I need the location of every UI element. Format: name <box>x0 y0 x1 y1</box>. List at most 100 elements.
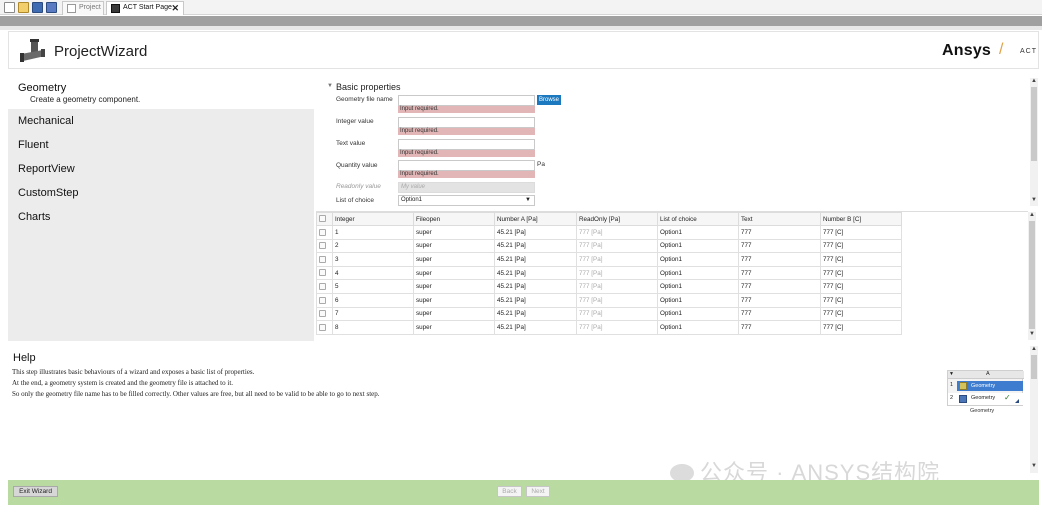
table-cell[interactable]: super <box>413 306 495 322</box>
table-row[interactable]: 1 super 45.21 [Pa] 777 [Pa] Option1 777 777 [C… <box>316 225 902 240</box>
save-as-icon[interactable] <box>46 2 57 13</box>
open-folder-icon[interactable] <box>18 2 29 13</box>
table-cell[interactable]: 1 <box>332 225 414 240</box>
table-cell[interactable]: Option1 <box>657 320 739 335</box>
table-cell[interactable]: super <box>413 238 495 254</box>
nav-step-mechanical[interactable]: Mechanical <box>18 115 74 127</box>
table-row[interactable]: 7 super 45.21 [Pa] 777 [Pa] Option1 777 777 [C… <box>316 306 902 322</box>
table-cell[interactable]: 777 [C] <box>820 252 902 267</box>
row-checkbox[interactable] <box>316 279 333 294</box>
exit-wizard-button[interactable]: Exit Wizard <box>13 486 58 497</box>
table-cell[interactable]: 45.21 [Pa] <box>494 238 577 254</box>
table-cell[interactable]: 777 [C] <box>820 292 902 308</box>
scroll-thumb[interactable] <box>1031 355 1037 379</box>
table-cell[interactable]: 777 <box>738 292 821 308</box>
table-cell[interactable]: Option1 <box>657 238 739 254</box>
row-checkbox[interactable] <box>316 306 333 322</box>
table-cell[interactable]: 777 <box>738 238 821 254</box>
table-row[interactable]: 2 super 45.21 [Pa] 777 [Pa] Option1 777 777 [C… <box>316 238 902 254</box>
tab-project[interactable]: Project <box>62 1 104 15</box>
row-checkbox[interactable] <box>316 238 333 254</box>
table-cell[interactable]: Option1 <box>657 306 739 322</box>
table-cell[interactable]: 777 [C] <box>820 279 902 294</box>
table-cell[interactable]: 5 <box>332 279 414 294</box>
properties-scrollbar[interactable]: ▲ ▼ <box>1030 78 1038 206</box>
table-cell[interactable]: 777 [C] <box>820 320 902 335</box>
table-cell[interactable]: 777 [C] <box>820 265 902 281</box>
row-checkbox[interactable] <box>316 292 333 308</box>
nav-step-reportview[interactable]: ReportView <box>18 163 75 175</box>
scroll-down-icon[interactable]: ▼ <box>1028 331 1036 337</box>
table-cell[interactable]: 777 <box>738 265 821 281</box>
table-cell[interactable]: 45.21 [Pa] <box>494 306 577 322</box>
table-row[interactable]: 3 super 45.21 [Pa] 777 [Pa] Option1 777 777 [C… <box>316 252 902 267</box>
scroll-up-icon[interactable]: ▲ <box>1030 78 1038 84</box>
table-cell[interactable]: Option1 <box>657 225 739 240</box>
back-button[interactable]: Back <box>497 486 522 497</box>
table-cell[interactable]: super <box>413 252 495 267</box>
close-tab-icon[interactable]: ✕ <box>171 2 179 14</box>
scroll-thumb[interactable] <box>1031 87 1037 161</box>
column-header[interactable]: Integer <box>332 212 414 226</box>
table-cell[interactable]: super <box>413 292 495 308</box>
integer-value-input[interactable] <box>398 117 535 128</box>
system-menu-icon[interactable]: ▼ <box>949 371 954 377</box>
table-cell[interactable]: 2 <box>332 238 414 254</box>
table-row[interactable]: 6 super 45.21 [Pa] 777 [Pa] Option1 777 777 [C… <box>316 292 902 308</box>
nav-step-customstep[interactable]: CustomStep <box>18 187 79 199</box>
table-cell[interactable]: 777 [C] <box>820 238 902 254</box>
help-scrollbar[interactable]: ▲ ▼ <box>1030 346 1038 473</box>
table-cell[interactable]: 45.21 [Pa] <box>494 292 577 308</box>
select-all-checkbox[interactable] <box>316 212 333 226</box>
table-cell[interactable]: 45.21 [Pa] <box>494 252 577 267</box>
text-value-input[interactable] <box>398 139 535 150</box>
table-cell[interactable]: 6 <box>332 292 414 308</box>
tab-act-start-page[interactable]: ACT Start Page ✕ <box>106 1 184 15</box>
table-cell[interactable]: super <box>413 279 495 294</box>
table-cell[interactable]: super <box>413 225 495 240</box>
table-cell[interactable]: 777 <box>738 320 821 335</box>
row-checkbox[interactable] <box>316 252 333 267</box>
table-cell[interactable]: 45.21 [Pa] <box>494 279 577 294</box>
next-button[interactable]: Next <box>526 486 550 497</box>
table-row[interactable]: 4 super 45.21 [Pa] 777 [Pa] Option1 777 777 [C… <box>316 265 902 281</box>
nav-step-fluent[interactable]: Fluent <box>18 139 49 151</box>
table-scrollbar[interactable]: ▲ ▼ <box>1028 212 1036 340</box>
save-icon[interactable] <box>32 2 43 13</box>
table-cell[interactable]: super <box>413 265 495 281</box>
nav-step-charts[interactable]: Charts <box>18 211 50 223</box>
table-cell[interactable]: 777 <box>738 306 821 322</box>
table-cell[interactable]: 777 [C] <box>820 306 902 322</box>
collapse-arrow-icon[interactable]: ▼ <box>327 83 333 89</box>
quantity-value-input[interactable] <box>398 160 535 171</box>
row-checkbox[interactable] <box>316 265 333 281</box>
browse-button[interactable]: Browse <box>537 95 561 105</box>
column-header[interactable]: Number B [C] <box>820 212 902 226</box>
table-cell[interactable]: 7 <box>332 306 414 322</box>
column-header[interactable]: Fileopen <box>413 212 495 226</box>
row-checkbox[interactable] <box>316 320 333 335</box>
nav-step-geometry[interactable]: Geometry Create a geometry component. <box>8 78 314 109</box>
table-cell[interactable]: 777 <box>738 252 821 267</box>
geometry-file-input[interactable] <box>398 95 535 106</box>
column-header[interactable]: Number A [Pa] <box>494 212 577 226</box>
table-cell[interactable]: 777 <box>738 225 821 240</box>
column-header[interactable]: List of choice <box>657 212 739 226</box>
table-cell[interactable]: 777 <box>738 279 821 294</box>
scroll-up-icon[interactable]: ▲ <box>1030 346 1038 352</box>
scroll-thumb[interactable] <box>1029 221 1035 329</box>
table-cell[interactable]: Option1 <box>657 265 739 281</box>
row-checkbox[interactable] <box>316 225 333 240</box>
scroll-down-icon[interactable]: ▼ <box>1030 197 1038 203</box>
scroll-down-icon[interactable]: ▼ <box>1030 463 1038 469</box>
list-of-choice-select[interactable]: Option1 ▼ <box>398 195 535 206</box>
table-cell[interactable]: 45.21 [Pa] <box>494 320 577 335</box>
table-cell[interactable]: 45.21 [Pa] <box>494 225 577 240</box>
table-row[interactable]: 5 super 45.21 [Pa] 777 [Pa] Option1 777 777 [C… <box>316 279 902 294</box>
table-cell[interactable]: 777 [C] <box>820 225 902 240</box>
table-cell[interactable]: 45.21 [Pa] <box>494 265 577 281</box>
table-cell[interactable]: 4 <box>332 265 414 281</box>
table-cell[interactable]: super <box>413 320 495 335</box>
table-cell[interactable]: 3 <box>332 252 414 267</box>
new-file-icon[interactable] <box>4 2 15 13</box>
